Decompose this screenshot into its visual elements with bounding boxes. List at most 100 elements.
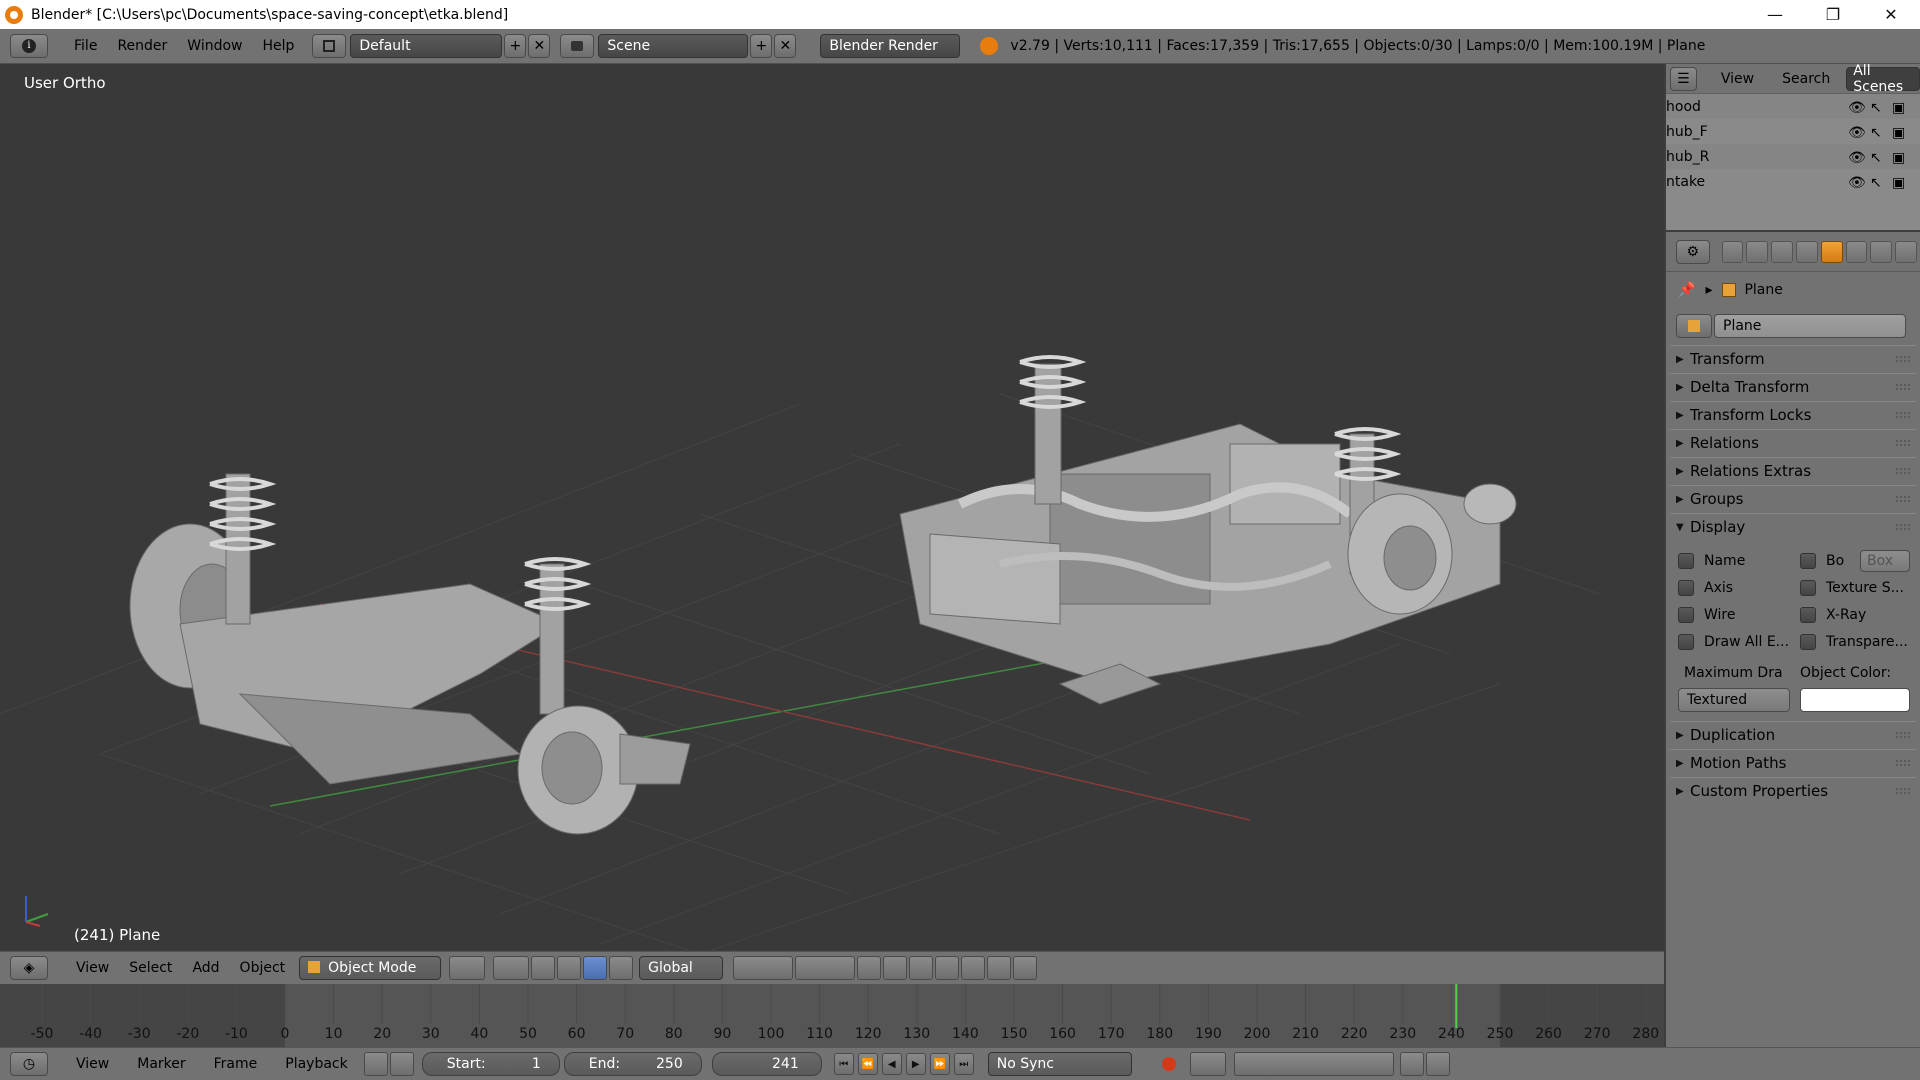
marker-menu[interactable]: Marker — [127, 1056, 195, 1072]
render-engine-select[interactable]: Blender Render — [820, 34, 961, 58]
panel-relations[interactable]: ▶ Relations — [1670, 429, 1916, 456]
drag-grip-icon[interactable] — [1896, 468, 1910, 474]
outliner-filter-select[interactable]: All Scenes — [1846, 64, 1920, 95]
name-checkbox[interactable] — [1678, 552, 1694, 569]
outliner-row[interactable]: hub_R 👁 ↖ ▣ — [1666, 144, 1920, 169]
screen-layout-icon[interactable] — [312, 34, 347, 58]
scene-icon[interactable] — [560, 34, 595, 58]
add-layout-icon[interactable]: + — [504, 34, 527, 58]
panel-delta-transform[interactable]: ▶ Delta Transform — [1670, 373, 1916, 400]
drag-grip-icon[interactable] — [1896, 760, 1910, 766]
outliner-menu-view[interactable]: View — [1711, 71, 1764, 87]
pin-icon[interactable]: 📌 — [1678, 282, 1695, 298]
menu-window[interactable]: Window — [177, 38, 252, 54]
transparency-checkbox[interactable] — [1800, 633, 1816, 650]
object-tab-icon[interactable] — [1820, 240, 1843, 263]
drag-grip-icon[interactable] — [1896, 788, 1910, 794]
object-color-swatch[interactable] — [1800, 687, 1910, 712]
cursor-icon[interactable]: ↖ — [1870, 175, 1884, 191]
current-frame-field[interactable]: 241 — [711, 1052, 822, 1076]
remove-scene-icon[interactable]: ✕ — [774, 34, 797, 58]
panel-transform[interactable]: ▶ Transform — [1670, 345, 1916, 372]
timeline-area[interactable]: -50 -40 -30 -20 -10 0 10 20 30 40 50 60 70 80 90 100 110… — [0, 984, 1664, 1047]
constraints-tab-icon[interactable] — [1845, 240, 1868, 263]
panel-groups[interactable]: ▶ Groups — [1670, 485, 1916, 512]
timeline-view-menu[interactable]: View — [66, 1056, 119, 1072]
draw-all-edges-checkbox[interactable] — [1678, 633, 1694, 650]
rotate-manipulator-icon[interactable] — [583, 956, 608, 980]
3d-view-editor-icon[interactable]: ◈ — [10, 956, 48, 980]
world-tab-icon[interactable] — [1796, 240, 1818, 263]
outliner-row[interactable]: hub_F 👁 ↖ ▣ — [1666, 119, 1920, 144]
maximize-button[interactable]: ❐ — [1804, 0, 1862, 29]
drag-grip-icon[interactable] — [1896, 412, 1910, 418]
proportional-edit-icon[interactable] — [909, 956, 934, 980]
axis-checkbox[interactable] — [1678, 579, 1694, 596]
timeline-editor-icon[interactable]: ◷ — [10, 1052, 48, 1076]
end-frame-field[interactable]: End: 250 — [563, 1052, 702, 1076]
insert-keyframe-icon[interactable] — [1399, 1052, 1424, 1076]
data-tab-icon[interactable] — [1895, 240, 1918, 263]
wire-checkbox[interactable] — [1678, 606, 1694, 623]
drag-grip-icon[interactable] — [1896, 524, 1910, 530]
scene-tab-icon[interactable] — [1771, 240, 1794, 263]
jump-keyframe-forward-icon[interactable]: ⏩ — [929, 1053, 950, 1075]
texture-space-checkbox[interactable] — [1800, 579, 1816, 596]
panel-transform-locks[interactable]: ▶ Transform Locks — [1670, 401, 1916, 428]
jump-start-icon[interactable]: ⏮ — [833, 1053, 854, 1075]
lock-time-icon[interactable] — [389, 1052, 414, 1076]
object-menu[interactable]: Object — [230, 960, 296, 976]
menu-file[interactable]: File — [64, 38, 107, 54]
outliner-editor-icon[interactable]: ☰ — [1670, 66, 1697, 91]
select-menu[interactable]: Select — [119, 960, 182, 976]
layers-grid-icon[interactable] — [733, 956, 794, 980]
drag-grip-icon[interactable] — [1896, 496, 1910, 502]
add-scene-icon[interactable]: + — [750, 34, 773, 58]
keying-set-icon[interactable] — [1189, 1052, 1226, 1076]
layout-name-field[interactable]: Default — [350, 34, 503, 58]
opengl-animation-icon[interactable] — [1013, 956, 1038, 980]
frame-menu[interactable]: Frame — [204, 1056, 268, 1072]
panel-relations-extras[interactable]: ▶ Relations Extras — [1670, 457, 1916, 484]
start-frame-field[interactable]: Start: 1 — [421, 1052, 560, 1076]
render-layers-tab-icon[interactable] — [1746, 240, 1769, 263]
drag-grip-icon[interactable] — [1896, 732, 1910, 738]
max-draw-type-select[interactable]: Textured — [1678, 687, 1790, 712]
object-type-icon[interactable] — [1676, 314, 1712, 338]
outliner-menu-search[interactable]: Search — [1772, 71, 1840, 87]
manipulator-icon[interactable] — [531, 956, 556, 980]
view-menu[interactable]: View — [66, 960, 119, 976]
scene-name-field[interactable]: Scene — [598, 34, 749, 58]
render-tab-icon[interactable] — [1721, 240, 1744, 263]
delete-keyframe-icon[interactable] — [1425, 1052, 1450, 1076]
opengl-render-icon[interactable] — [987, 956, 1012, 980]
cursor-icon[interactable]: ↖ — [1870, 125, 1884, 141]
cursor-icon[interactable]: ↖ — [1870, 150, 1884, 166]
add-menu[interactable]: Add — [182, 960, 229, 976]
viewport-shading-icon[interactable] — [449, 956, 486, 980]
scale-manipulator-icon[interactable] — [609, 956, 634, 980]
properties-editor-icon[interactable]: ⚙ — [1676, 239, 1710, 264]
transform-orientation-select[interactable]: Global — [639, 956, 724, 980]
panel-custom-properties[interactable]: ▶ Custom Properties — [1670, 777, 1916, 804]
preview-range-icon[interactable] — [363, 1052, 388, 1076]
camera-icon[interactable]: ▣ — [1892, 175, 1906, 191]
close-button[interactable]: ✕ — [1862, 0, 1920, 29]
menu-render[interactable]: Render — [107, 38, 177, 54]
snap-target-icon[interactable] — [961, 956, 986, 980]
snap-icon[interactable] — [935, 956, 960, 980]
camera-icon[interactable]: ▣ — [1892, 150, 1906, 166]
active-keying-set-field[interactable] — [1233, 1052, 1394, 1076]
drag-grip-icon[interactable] — [1896, 384, 1910, 390]
camera-icon[interactable]: ▣ — [1892, 100, 1906, 116]
modifiers-tab-icon[interactable] — [1870, 240, 1893, 263]
eye-icon[interactable]: 👁 — [1848, 125, 1866, 141]
play-icon[interactable]: ▶ — [905, 1053, 926, 1075]
eye-icon[interactable]: 👁 — [1848, 150, 1866, 166]
play-reverse-icon[interactable]: ◀ — [881, 1053, 902, 1075]
panel-display[interactable]: ▼ Display — [1670, 513, 1916, 540]
menu-help[interactable]: Help — [252, 38, 304, 54]
3d-viewport[interactable]: User Ortho (241) Plane — [0, 64, 1664, 950]
layers-grid-2-icon[interactable] — [795, 956, 856, 980]
panel-duplication[interactable]: ▶ Duplication — [1670, 721, 1916, 748]
